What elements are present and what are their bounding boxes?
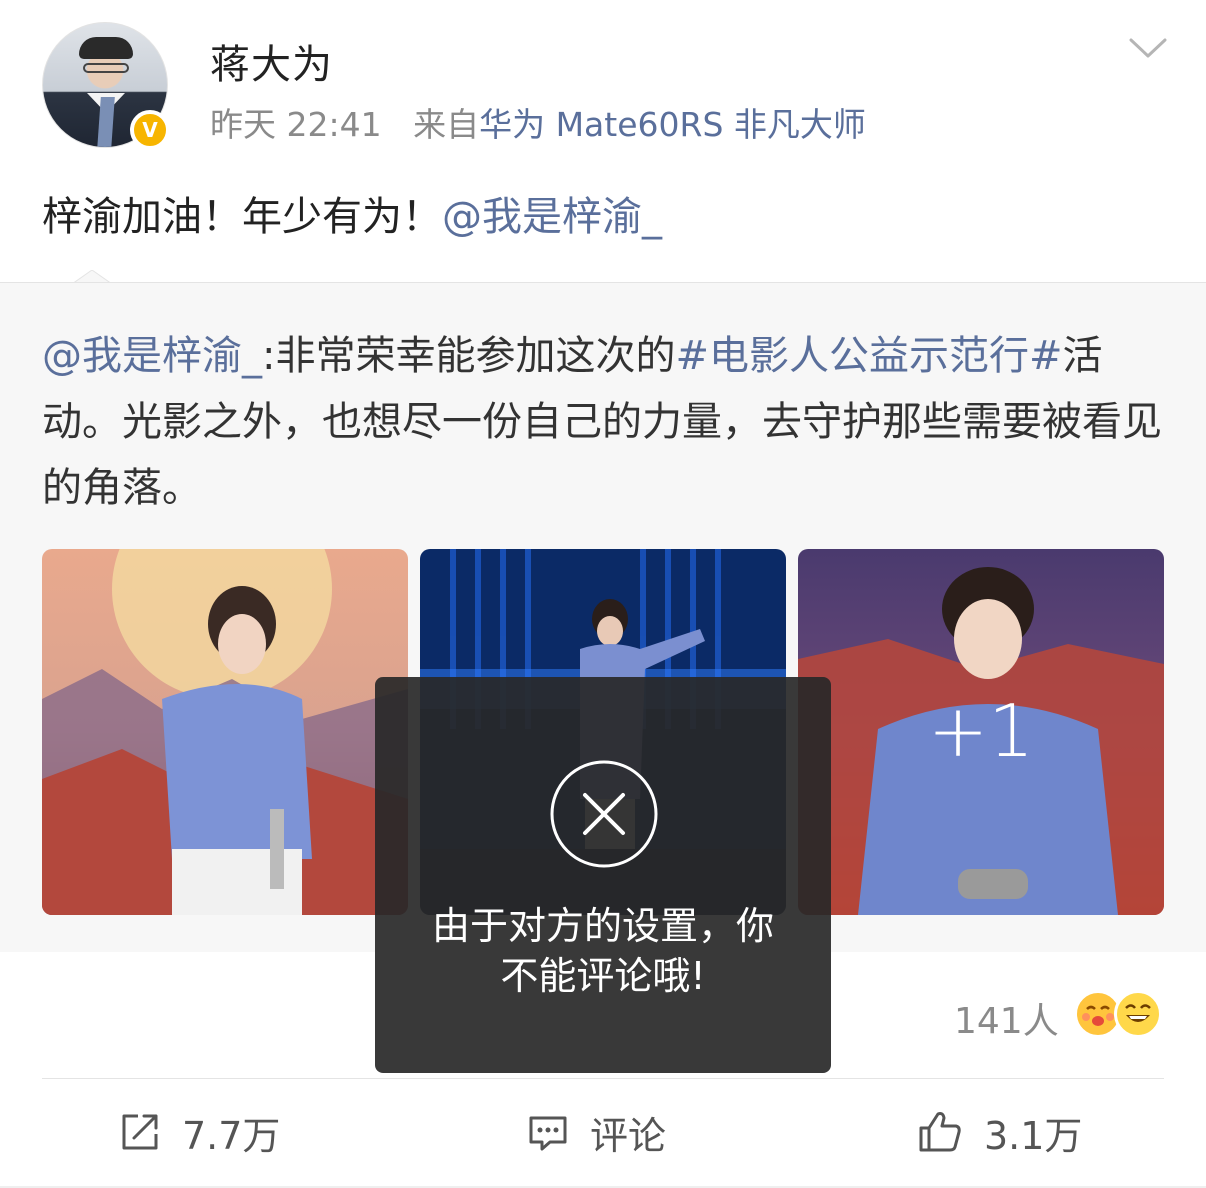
divider: [42, 1078, 1164, 1079]
repost-hashtag[interactable]: #电影人公益示范行#: [675, 333, 1062, 379]
toast-message-line2: 不能评论哦!: [500, 954, 706, 998]
verified-badge-icon: V: [130, 110, 170, 150]
more-images-count[interactable]: +1: [798, 689, 1164, 773]
error-toast: 由于对方的设置，你 不能评论哦!: [375, 677, 831, 1073]
repost-text: @我是梓渝_:非常荣幸能参加这次的#电影人公益示范行#活动。光影之外，也想尽一份…: [42, 333, 1162, 511]
share-button[interactable]: 7.7万: [118, 1106, 280, 1158]
source-prefix: 来自: [413, 105, 480, 144]
post-body: 梓渝加油！年少有为！: [42, 194, 442, 240]
comment-icon: [529, 1116, 567, 1151]
emoji-laugh-icon: [1114, 990, 1162, 1038]
username[interactable]: 蒋大为: [210, 32, 333, 90]
like-count: 3.1万: [984, 1113, 1083, 1158]
post-header: V 蒋大为 昨天 22:41 来自华为 Mate60RS 非凡大师: [0, 0, 1206, 170]
toast-message: 由于对方的设置，你 不能评论哦!: [375, 901, 831, 1001]
action-bar: 7.7万 评论 3.1万: [0, 1082, 1206, 1182]
post-text: 梓渝加油！年少有为！@我是梓渝_: [42, 184, 662, 242]
repost-image-1[interactable]: [42, 549, 408, 915]
comment-label: 评论: [590, 1113, 667, 1158]
close-circle-icon: [550, 760, 658, 868]
repost-author[interactable]: @我是梓渝_: [42, 333, 262, 379]
share-count: 7.7万: [182, 1113, 281, 1158]
chevron-down-icon[interactable]: [1128, 34, 1168, 64]
like-button[interactable]: 3.1万: [916, 1106, 1082, 1158]
repost-body-1: 非常荣幸能参加这次的: [275, 333, 676, 379]
comment-button[interactable]: 评论: [526, 1106, 666, 1158]
thumbs-up-icon: [919, 1112, 961, 1152]
post-meta: 昨天 22:41 来自华为 Mate60RS 非凡大师: [210, 98, 866, 146]
post-mention[interactable]: @我是梓渝_: [442, 194, 662, 240]
share-icon: [122, 1114, 158, 1150]
like-people-count[interactable]: 141人: [954, 992, 1059, 1044]
toast-message-line1: 由于对方的设置，你: [431, 904, 774, 948]
repost-image-3[interactable]: +1: [798, 549, 1164, 915]
post-time: 昨天 22:41: [210, 105, 382, 144]
source-device[interactable]: 华为 Mate60RS 非凡大师: [479, 105, 866, 144]
